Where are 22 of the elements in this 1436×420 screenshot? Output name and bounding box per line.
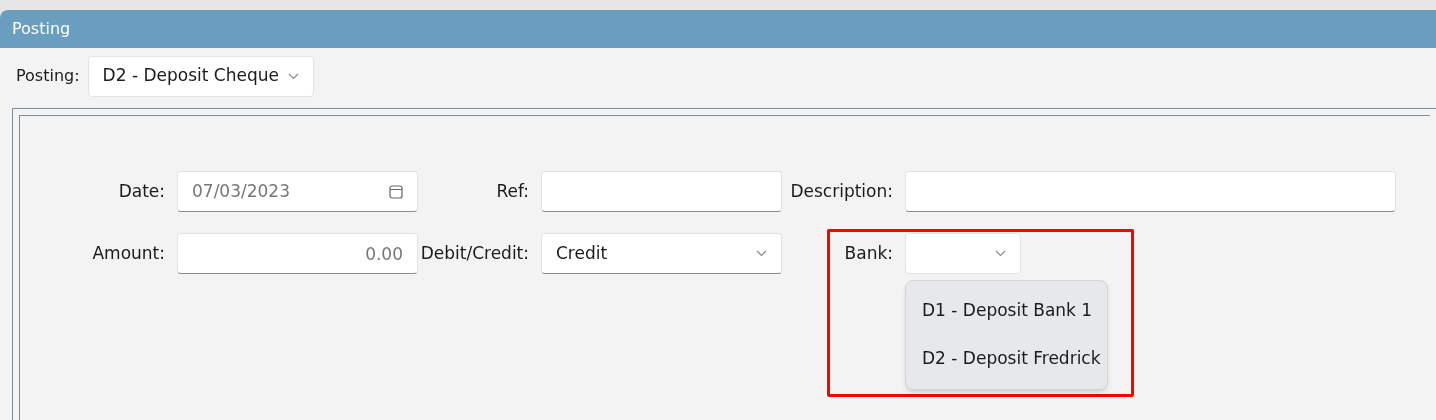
date-input[interactable]: 07/03/2023 xyxy=(192,178,372,205)
dropdown-field[interactable] xyxy=(905,233,1021,274)
field-label: Amount: xyxy=(91,241,166,265)
field-label: Date: xyxy=(117,179,166,203)
chevron-down-icon xyxy=(287,72,299,80)
chevron-down-icon xyxy=(756,250,767,257)
posting-label: Posting: xyxy=(16,65,80,87)
window-title: Posting xyxy=(12,18,71,40)
calendar-icon xyxy=(389,184,403,199)
posting-dropdown[interactable]: D2 - Deposit Cheque xyxy=(87,55,314,97)
chevron-down-icon xyxy=(995,250,1006,257)
text-field[interactable] xyxy=(541,171,782,212)
field-label: Bank: xyxy=(843,241,894,265)
field-label: Description: xyxy=(789,179,894,203)
amount-field[interactable]: 0.00 xyxy=(177,233,418,274)
field-label: Ref: xyxy=(495,179,530,203)
dropdown-option[interactable]: D1 - Deposit Bank 1 xyxy=(906,287,1107,335)
text-field[interactable] xyxy=(905,171,1396,212)
dropdown-field[interactable]: Credit xyxy=(541,233,782,274)
dropdown-option[interactable]: D2 - Deposit Fredrick xyxy=(906,335,1107,383)
date-field[interactable]: 07/03/2023 xyxy=(177,171,418,212)
field-label: Debit/Credit: xyxy=(419,241,530,265)
